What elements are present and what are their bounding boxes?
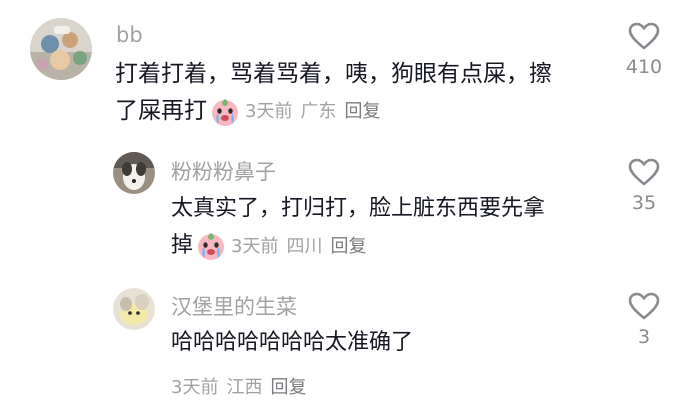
comment-meta: 3天前 江西 回复 <box>171 373 314 399</box>
comment-item: bb 打着打着，骂着骂着，咦，狗眼有点屎，擦 了屎再打 3天前 广东 回复 410 <box>0 0 690 140</box>
like-button[interactable]: 3 <box>624 292 664 348</box>
username[interactable]: bb <box>116 23 143 47</box>
comment-meta: 3天前 四川 回复 <box>231 228 374 265</box>
like-button[interactable]: 410 <box>624 22 664 78</box>
reply-button[interactable]: 回复 <box>344 101 380 122</box>
heart-icon <box>628 22 660 50</box>
comment-time: 3天前 <box>245 101 293 122</box>
reply-item: 粉粉粉鼻子 太真实了，打归打，脸上脏东西要先拿 掉 3天前 四川 回复 35 <box>0 140 690 270</box>
crying-peach-emoji-icon <box>195 230 227 262</box>
comment-text-line: 掉 <box>171 233 194 258</box>
reply-item: 汉堡里的生菜 哈哈哈哈哈哈哈太准确了 3天前 江西 回复 3 <box>0 270 690 400</box>
reply-button[interactable]: 回复 <box>270 377 306 398</box>
like-count: 35 <box>631 192 657 214</box>
avatar[interactable] <box>30 18 92 80</box>
comment-text-line: 了屎再打 <box>115 98 207 124</box>
comment-text-line: 太真实了，打归打，脸上脏东西要先拿 <box>171 196 546 221</box>
comment-text: 太真实了，打归打，脸上脏东西要先拿 掉 3天前 四川 回复 <box>171 190 611 265</box>
comment-time: 3天前 <box>231 235 279 257</box>
like-count: 410 <box>625 56 663 78</box>
comment-time: 3天前 <box>171 377 219 398</box>
comment-text-line: 哈哈哈哈哈哈哈太准确了 <box>171 330 414 355</box>
username[interactable]: 汉堡里的生菜 <box>171 291 297 321</box>
comment-meta: 3天前 广东 回复 <box>245 93 388 130</box>
like-count: 3 <box>637 326 651 348</box>
username[interactable]: 粉粉粉鼻子 <box>171 156 276 186</box>
heart-icon <box>628 292 660 320</box>
comment-section: bb 打着打着，骂着骂着，咦，狗眼有点屎，擦 了屎再打 3天前 广东 回复 410 粉… <box>0 0 690 400</box>
avatar[interactable] <box>113 152 155 194</box>
comment-location: 广东 <box>300 101 337 122</box>
comment-location: 四川 <box>286 235 323 257</box>
avatar[interactable] <box>113 288 155 330</box>
comment-text-line-with-meta: 掉 3天前 四川 回复 <box>171 227 611 265</box>
heart-icon <box>628 158 660 186</box>
reply-button[interactable]: 回复 <box>330 236 366 257</box>
comment-text-line-with-meta: 了屎再打 3天前 广东 回复 <box>115 93 610 130</box>
comment-text-line: 打着打着，骂着骂着，咦，狗眼有点屎，擦 <box>115 61 552 87</box>
comment-location: 江西 <box>226 377 263 398</box>
crying-peach-emoji-icon <box>209 96 241 128</box>
comment-text: 打着打着，骂着骂着，咦，狗眼有点屎，擦 了屎再打 3天前 广东 回复 <box>115 56 610 130</box>
like-button[interactable]: 35 <box>624 158 664 214</box>
comment-text: 哈哈哈哈哈哈哈太准确了 <box>171 324 611 361</box>
